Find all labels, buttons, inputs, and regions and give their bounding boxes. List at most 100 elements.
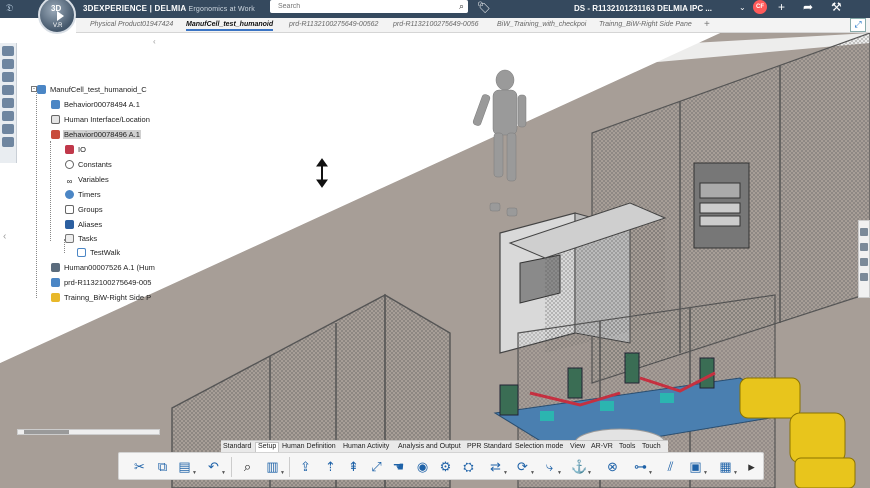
posture-icon[interactable]: ⇞	[345, 458, 362, 475]
tree-item-timers[interactable]: Timers	[65, 190, 102, 199]
fit-all-icon[interactable]: ⤢	[850, 18, 866, 32]
right-toolbar	[858, 220, 870, 298]
tab-analysis-output[interactable]: Analysis and Output	[398, 443, 461, 450]
avatar[interactable]: CF	[753, 0, 767, 14]
search-icon[interactable]: ⌕	[459, 1, 464, 12]
camera-tool-icon[interactable]: ▦ ▼	[717, 458, 738, 476]
zoom-icon[interactable]: ⌕	[239, 458, 256, 475]
reach-icon[interactable]: ⤢	[368, 458, 385, 475]
tab-ppr-standard[interactable]: PPR Standard	[467, 443, 512, 450]
tree-scrollbar[interactable]	[17, 429, 160, 435]
list-icon[interactable]	[2, 72, 14, 82]
tab-human-definition[interactable]: Human Definition	[282, 443, 336, 450]
layer-icon[interactable]	[2, 98, 14, 108]
compass-version: V.R	[53, 23, 63, 29]
settings-icon[interactable]	[2, 137, 14, 147]
tree-item-tasks[interactable]: Tasks	[65, 234, 98, 243]
tab-view[interactable]: View	[570, 443, 585, 450]
tab-setup[interactable]: Setup	[255, 442, 280, 452]
play-icon[interactable]	[57, 11, 64, 21]
tab-prd-2[interactable]: prd-R1132100275649-0056	[393, 21, 479, 28]
io-icon	[65, 145, 74, 154]
tree-item-groups[interactable]: Groups	[65, 205, 104, 214]
share-icon[interactable]: ➦	[803, 0, 813, 14]
tree-item-label: Groups	[78, 205, 103, 214]
chevron-down-icon[interactable]: ⌄	[739, 3, 746, 12]
compass-icon[interactable]: 3D V.R	[38, 0, 76, 34]
scrollbar-thumb[interactable]	[24, 430, 69, 434]
brand-title: 3DEXPERIENCE | DELMIA Ergonomics at Work	[83, 4, 255, 13]
tab-biw-training[interactable]: BiW_Training_with_checkpoi	[497, 21, 586, 28]
tab-physical-product[interactable]: Physical Product01947424	[90, 21, 173, 28]
tree-item-trainng[interactable]: Trainng_BiW-Right Side P	[51, 293, 152, 302]
anchor-icon[interactable]: ⚓ ▼	[571, 458, 592, 476]
constant-icon	[65, 160, 74, 169]
tab-touch[interactable]: Touch	[642, 443, 661, 450]
tab-trainng-biw[interactable]: Trainng_BiW-Right Side Pane	[599, 21, 692, 28]
paste-icon[interactable]: ▤ ▼	[176, 458, 197, 476]
tab-ar-vr[interactable]: AR-VR	[591, 443, 613, 450]
tab-manufcell[interactable]: ManufCell_test_humanoid	[186, 21, 274, 31]
undo-icon[interactable]: ↶ ▼	[205, 458, 226, 476]
insert-icon[interactable]: ⇪	[297, 458, 314, 475]
box-icon[interactable]: ▣ ▼	[687, 458, 708, 476]
copy-icon[interactable]: ⧉	[154, 458, 171, 475]
tree-item-human[interactable]: Human00007526 A.1 (Hum	[51, 263, 156, 272]
tab-tools[interactable]: Tools	[619, 443, 635, 450]
tools-icon[interactable]: ⚒	[831, 0, 842, 14]
tree-item-prd[interactable]: prd-R1132100275649-005	[51, 278, 152, 287]
link-tool-icon[interactable]: ⊶ ▼	[632, 458, 653, 476]
tag-icon[interactable]: 🏷	[477, 1, 491, 14]
tree-item-constants[interactable]: Constants	[65, 160, 113, 169]
view-icon[interactable]	[2, 59, 14, 69]
collapse-panel-icon[interactable]: ‹	[153, 37, 159, 49]
robot-icon[interactable]: ⟳ ▼	[514, 458, 535, 476]
swap-icon[interactable]: ⇄ ▼	[487, 458, 508, 476]
add-icon[interactable]: +	[778, 0, 785, 14]
search-input[interactable]	[278, 0, 448, 12]
folder-icon	[65, 234, 74, 243]
camera-icon[interactable]	[860, 273, 868, 281]
3d-viewport[interactable]: - ManufCell_test_humanoid_C Behavior0007…	[0, 33, 870, 488]
3ds-logo-icon[interactable]: 𝔇	[6, 3, 13, 14]
search-box[interactable]: ⌕	[270, 0, 468, 13]
interface-icon	[51, 115, 60, 124]
grid-icon[interactable]	[2, 124, 14, 134]
filter-icon[interactable]	[2, 85, 14, 95]
cut-icon[interactable]: ✂	[131, 458, 148, 475]
graph-icon[interactable]: ⫽	[662, 458, 679, 475]
render-icon[interactable]	[860, 243, 868, 251]
product-icon	[51, 278, 60, 287]
pose-icon[interactable]: ⤷ ▼	[541, 458, 562, 476]
tab-prd-1[interactable]: prd-R1132100275649-00562	[289, 21, 378, 28]
walk-icon[interactable]: ⇡	[322, 458, 339, 475]
chevron-left-icon[interactable]: ‹	[3, 231, 6, 242]
tab-standard[interactable]: Standard	[223, 443, 251, 450]
tree-root[interactable]: - ManufCell_test_humanoid_C	[31, 85, 148, 94]
tree-item-testwalk[interactable]: TestWalk	[77, 248, 121, 257]
tree-item-aliases[interactable]: Aliases	[65, 220, 103, 229]
constraint-icon[interactable]: ⊗	[604, 458, 621, 475]
add-tab-icon[interactable]: +	[704, 19, 710, 30]
tab-selection-mode[interactable]: Selection mode	[515, 443, 563, 450]
tab-human-activity[interactable]: Human Activity	[343, 443, 389, 450]
action-bar-tabs: Standard Setup Human Definition Human Ac…	[221, 440, 668, 452]
more-tools-icon[interactable]: ▸	[743, 458, 760, 475]
tree-item-behavior-78494[interactable]: Behavior00078494 A.1	[51, 100, 141, 109]
tree-item-label: Human Interface/Location	[64, 115, 150, 124]
session-title[interactable]: DS - R1132101231163 DELMIA IPC ...	[574, 4, 712, 13]
analysis-icon[interactable]: ⚙	[437, 458, 454, 475]
tree-root-label: ManufCell_test_humanoid_C	[50, 85, 147, 94]
tree-item-human-interface[interactable]: Human Interface/Location	[51, 115, 151, 124]
light-icon[interactable]	[860, 258, 868, 266]
link-icon[interactable]	[2, 111, 14, 121]
tree-item-variables[interactable]: ∞ Variables	[65, 175, 110, 186]
hand-icon[interactable]: ☚	[390, 458, 407, 475]
gear-group-icon[interactable]: ⛭	[460, 458, 477, 475]
tree-toggle-icon[interactable]	[2, 46, 14, 56]
tree-item-behavior-78496[interactable]: Behavior00078496 A.1	[51, 130, 141, 139]
tree-item-io[interactable]: IO	[65, 145, 87, 154]
vision-icon[interactable]: ◉	[414, 458, 431, 475]
catalog-icon[interactable]: ▥ ▼	[264, 458, 285, 476]
view-cube-icon[interactable]	[860, 228, 868, 236]
